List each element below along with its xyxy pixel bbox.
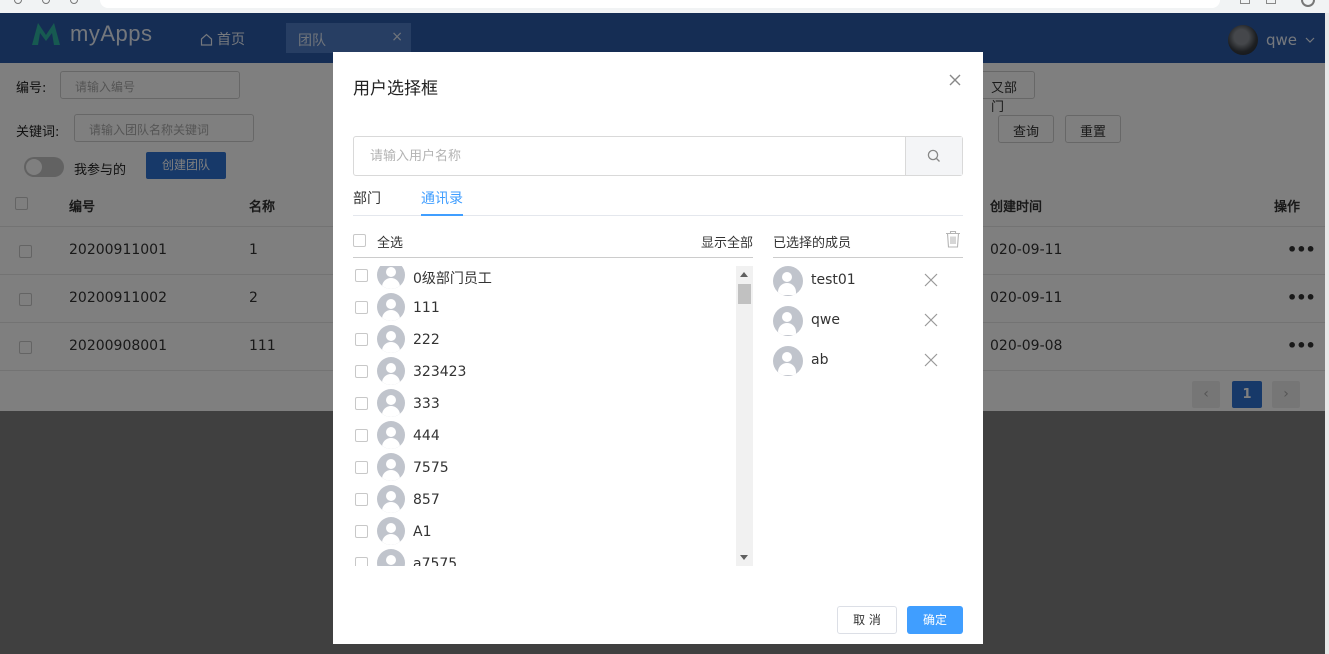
list-item[interactable]: A1 [353, 516, 733, 548]
person-avatar-icon [773, 346, 803, 376]
close-icon[interactable] [947, 72, 963, 88]
page-scrollbar[interactable] [1325, 13, 1329, 654]
person-avatar-icon [377, 549, 405, 566]
person-avatar-icon [377, 485, 405, 513]
show-all-link[interactable]: 显示全部 [701, 232, 753, 251]
dialog-title: 用户选择框 [353, 79, 438, 99]
user-name: 222 [413, 332, 440, 348]
forward-icon[interactable] [42, 0, 50, 4]
user-checkbox[interactable] [355, 365, 368, 378]
list-item[interactable]: 333 [353, 388, 733, 420]
selected-member: qwe [773, 306, 963, 338]
remove-icon[interactable] [923, 312, 939, 328]
user-name: 333 [413, 396, 440, 412]
list-item[interactable]: 222 [353, 324, 733, 356]
remove-icon[interactable] [923, 352, 939, 368]
back-icon[interactable] [14, 0, 22, 4]
user-checkbox[interactable] [355, 557, 368, 566]
tab-department[interactable]: 部门 [353, 188, 381, 208]
dialog-tabs: 部门 通讯录 [353, 182, 963, 216]
list-item[interactable]: 0级部门员工 [353, 266, 733, 292]
user-name: 444 [413, 428, 440, 444]
user-list-header: 全选 显示全部 [353, 224, 753, 258]
search-button[interactable] [905, 137, 962, 175]
select-all-checkbox[interactable] [353, 234, 366, 247]
select-all-label[interactable]: 全选 [377, 232, 403, 251]
person-avatar-icon [773, 306, 803, 336]
extension-icon[interactable] [1240, 0, 1250, 4]
extension-icon-2[interactable] [1266, 0, 1276, 4]
cancel-button[interactable]: 取 消 [837, 606, 897, 634]
tab-contacts[interactable]: 通讯录 [421, 188, 463, 208]
user-list[interactable]: 0级部门员工 111 222 323423 333 444 7575 857 A… [353, 266, 736, 566]
reload-icon[interactable] [70, 0, 78, 4]
person-avatar-icon [377, 293, 405, 321]
user-select-dialog: 用户选择框 部门 通讯录 全选 显示全部 0级部门员工 [333, 52, 983, 644]
user-name: A1 [413, 524, 432, 540]
selected-members-header: 已选择的成员 [773, 224, 963, 258]
scroll-up-icon[interactable] [740, 272, 748, 277]
selected-members-panel: 已选择的成员 test01 qwe ab [773, 224, 963, 566]
person-avatar-icon [377, 517, 405, 545]
browser-toolbar [0, 0, 1329, 13]
address-bar[interactable] [100, 0, 1220, 8]
trash-icon[interactable] [945, 230, 961, 248]
tab-active-indicator [421, 214, 463, 216]
selected-member: test01 [773, 266, 963, 298]
user-checkbox[interactable] [355, 397, 368, 410]
user-list-panel: 全选 显示全部 0级部门员工 111 222 323423 333 444 75… [353, 224, 753, 566]
confirm-button[interactable]: 确定 [907, 606, 963, 634]
person-avatar-icon [377, 325, 405, 353]
list-item[interactable]: 111 [353, 292, 733, 324]
user-name: 0级部门员工 [413, 271, 492, 287]
user-checkbox[interactable] [355, 461, 368, 474]
selected-member: ab [773, 346, 963, 378]
user-checkbox[interactable] [355, 525, 368, 538]
user-search-input[interactable] [354, 137, 906, 175]
user-search [353, 136, 963, 176]
person-avatar-icon [377, 453, 405, 481]
scroll-down-icon[interactable] [740, 555, 748, 560]
user-checkbox[interactable] [355, 269, 368, 282]
person-avatar-icon [377, 357, 405, 385]
selected-member-name: qwe [811, 312, 840, 328]
remove-icon[interactable] [923, 272, 939, 288]
person-avatar-icon [377, 389, 405, 417]
user-name: 7575 [413, 460, 449, 476]
selected-member-name: test01 [811, 272, 856, 288]
user-checkbox[interactable] [355, 333, 368, 346]
user-name: a7575 [413, 556, 458, 566]
list-item[interactable]: 444 [353, 420, 733, 452]
user-name: 323423 [413, 364, 467, 380]
browser-account-icon[interactable] [1301, 0, 1315, 7]
user-list-scrollbar[interactable] [736, 266, 753, 566]
user-name: 857 [413, 492, 440, 508]
list-item[interactable]: 323423 [353, 356, 733, 388]
selected-member-name: ab [811, 352, 829, 368]
person-avatar-icon [377, 266, 405, 289]
search-icon [927, 149, 940, 162]
list-item[interactable]: 857 [353, 484, 733, 516]
user-name: 111 [413, 300, 440, 316]
list-item[interactable]: a7575 [353, 548, 733, 566]
user-checkbox[interactable] [355, 301, 368, 314]
selected-members-title: 已选择的成员 [773, 236, 852, 251]
scroll-thumb[interactable] [738, 284, 751, 304]
user-checkbox[interactable] [355, 493, 368, 506]
user-checkbox[interactable] [355, 429, 368, 442]
list-item[interactable]: 7575 [353, 452, 733, 484]
person-avatar-icon [377, 421, 405, 449]
person-avatar-icon [773, 266, 803, 296]
